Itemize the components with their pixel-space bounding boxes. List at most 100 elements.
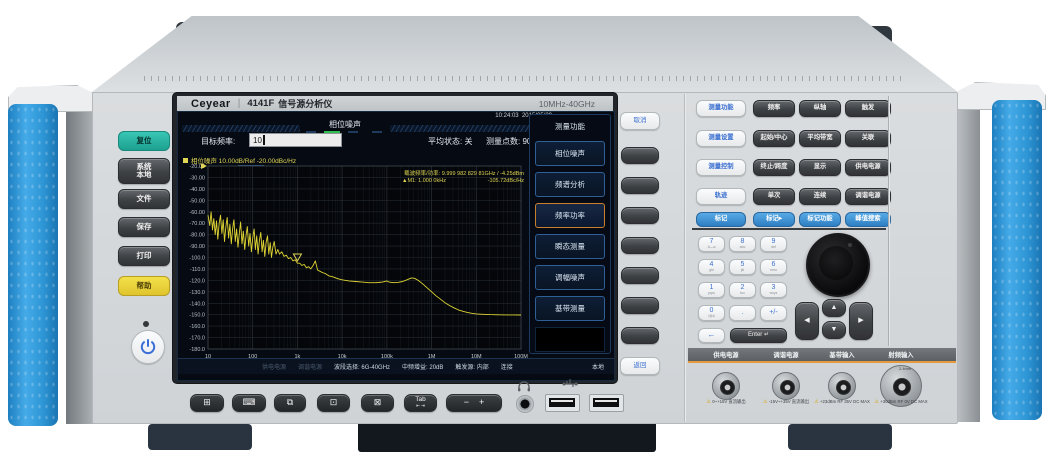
left-key-帮助[interactable]: 帮助 xyxy=(118,276,170,296)
left-key-文件[interactable]: 文件 xyxy=(118,189,170,209)
keypad-key-关联[interactable]: 关联 xyxy=(845,130,891,147)
softmenu-header: 测量功能 xyxy=(530,121,610,132)
backspace-key[interactable]: ← xyxy=(698,328,725,343)
chassis-top xyxy=(92,16,958,92)
softmenu-item-5[interactable]: 调幅噪声 xyxy=(535,265,605,290)
status-bar: 供电电源调谐电源波段选择: 6G-40GHz中频增益: 20dB触发源: 内部连… xyxy=(178,358,614,374)
foot-left xyxy=(148,424,252,450)
svg-text:-50.00: -50.00 xyxy=(189,198,205,204)
minus-plus-key[interactable]: − + xyxy=(446,394,502,412)
keypad-key-测量功能[interactable]: 测量功能 xyxy=(696,100,746,117)
numpad-key-2[interactable]: 2tuv xyxy=(729,282,756,298)
window-key[interactable]: ⧉ xyxy=(274,394,306,412)
arrow-right-key[interactable]: ▶ xyxy=(849,302,873,340)
keypad-key-触发[interactable]: 触发 xyxy=(845,100,891,117)
panel-seam xyxy=(684,94,685,422)
right-handle[interactable] xyxy=(992,100,1042,420)
softmenu-item-1[interactable]: 相位噪声 xyxy=(535,141,605,166)
rotary-knob[interactable] xyxy=(806,233,870,297)
blank-softkey-1[interactable] xyxy=(621,147,659,164)
power-button[interactable] xyxy=(131,330,165,364)
cancel-softkey[interactable]: 取消 xyxy=(620,112,660,130)
numpad-key-6[interactable]: 6mno xyxy=(760,259,787,275)
numpad-key-4[interactable]: 4ghi xyxy=(698,259,725,275)
brand-title: 信号源分析仪 xyxy=(278,97,332,110)
numpad-key-3[interactable]: 3wxyz xyxy=(760,282,787,298)
blank-softkey-7[interactable] xyxy=(621,327,659,344)
left-key-系统[interactable]: 系统本地 xyxy=(118,158,170,184)
usb-port-2[interactable] xyxy=(589,394,624,412)
keypad-key-显示[interactable]: 显示 xyxy=(799,159,841,176)
left-key-打印[interactable]: 打印 xyxy=(118,246,170,266)
numpad-key-5[interactable]: 5jkl xyxy=(729,259,756,275)
windows-key[interactable]: ⊞ xyxy=(190,394,224,412)
average-state: 平均状态: 关 xyxy=(428,136,472,147)
softmenu-item-2[interactable]: 频谱分析 xyxy=(535,172,605,197)
numpad-key-+/-[interactable]: +/- xyxy=(760,305,787,321)
close-key[interactable]: ⊠ xyxy=(361,394,394,412)
keypad-key-平均带宽[interactable]: 平均带宽 xyxy=(799,130,841,147)
keypad-key-频率[interactable]: 频率 xyxy=(753,100,795,117)
keypad-key-轨迹[interactable]: 轨迹 xyxy=(696,188,746,205)
softmenu-item-4[interactable]: 瞬态测量 xyxy=(535,234,605,259)
keypad-divider xyxy=(692,228,886,230)
left-key-复位[interactable]: 复位 xyxy=(118,131,170,151)
audio-jack[interactable] xyxy=(516,395,534,413)
numpad-key-8[interactable]: 8abc xyxy=(729,236,756,252)
arrow-up-key[interactable]: ▲ xyxy=(822,299,846,317)
connector-port-调谐电源[interactable] xyxy=(772,372,800,400)
keypad-key-标记功能[interactable]: 标记功能 xyxy=(799,212,841,227)
connector-port-基带输入[interactable] xyxy=(828,372,856,400)
softmenu-item-3[interactable]: 频率功率 xyxy=(535,203,605,228)
keypad-key-终止/跨度[interactable]: 终止/跨度 xyxy=(753,159,795,176)
status-item-5: 触发源: 内部 xyxy=(455,362,488,371)
blank-softkey-5[interactable] xyxy=(621,267,659,284)
numpad-key-1[interactable]: 1pqrs xyxy=(698,282,725,298)
keypad-key-连续[interactable]: 连续 xyxy=(799,188,841,205)
usb-port-1[interactable] xyxy=(545,394,580,412)
keypad-key-起始/中心[interactable]: 起始/中心 xyxy=(753,130,795,147)
back-softkey[interactable]: 返回 xyxy=(620,357,660,375)
keypad-groove xyxy=(888,96,889,346)
target-frequency-label: 目标频率: xyxy=(201,136,235,147)
tabbar-hatch-left xyxy=(182,125,300,132)
display-key[interactable]: ⊡ xyxy=(317,394,350,412)
brand-divider: | xyxy=(238,98,241,109)
status-item-4: 中频增益: 20dB xyxy=(402,362,443,371)
svg-text:-150.0: -150.0 xyxy=(189,313,205,319)
logo-strip: Ceyear | 4141F 信号源分析仪 10MHz-40GHz xyxy=(177,96,613,111)
blank-softkey-3[interactable] xyxy=(621,207,659,224)
keypad-key-纵轴[interactable]: 纵轴 xyxy=(799,100,841,117)
connector-center xyxy=(893,378,911,396)
left-handle[interactable] xyxy=(8,104,58,426)
keypad-key-单次[interactable]: 单次 xyxy=(753,188,795,205)
numpad-key-7[interactable]: 7A—a xyxy=(698,236,725,252)
marker-readout: 载波频率/功率: 9.999 982 829 81GHz / -4.25dBm … xyxy=(374,169,524,184)
keypad-key-标记[interactable]: 标记 xyxy=(696,212,746,227)
svg-text:-180.0: -180.0 xyxy=(189,347,205,353)
connector-port-供电电源[interactable] xyxy=(712,372,740,400)
target-frequency-input[interactable]: 10 xyxy=(249,133,342,147)
keypad-key-测量控制[interactable]: 测量控制 xyxy=(696,159,746,176)
numpad-key-.[interactable]: . xyxy=(729,305,756,321)
blank-softkey-2[interactable] xyxy=(621,177,659,194)
status-item-1: 供电电源 xyxy=(262,362,286,371)
arrow-left-key[interactable]: ◀ xyxy=(795,302,819,340)
tab-key[interactable]: Tab⇤ ⇥ xyxy=(404,394,437,412)
keypad-key-调谐电源[interactable]: 调谐电源 xyxy=(845,188,891,205)
blank-softkey-4[interactable] xyxy=(621,237,659,254)
keypad-key-标记▸[interactable]: 标记▸ xyxy=(753,212,795,227)
left-key-保存[interactable]: 保存 xyxy=(118,217,170,237)
blank-softkey-6[interactable] xyxy=(621,297,659,314)
keypad-key-供电电源[interactable]: 供电电源 xyxy=(845,159,891,176)
keypad-key-峰值搜索[interactable]: 峰值搜索 xyxy=(845,212,891,227)
numpad-key-0[interactable]: 0!@& xyxy=(698,305,725,321)
arrow-down-key[interactable]: ▼ xyxy=(822,321,846,339)
numpad-key-9[interactable]: 9def xyxy=(760,236,787,252)
keypad-key-测量设置[interactable]: 测量设置 xyxy=(696,130,746,147)
enter-key[interactable]: Enter ↵ xyxy=(730,328,787,343)
keyboard-key[interactable]: ⌨ xyxy=(232,394,266,412)
connector-label-供电电源: 供电电源 xyxy=(694,350,758,359)
tab-phase-noise[interactable]: 相位噪声 xyxy=(306,119,384,130)
softmenu-item-6[interactable]: 基带测量 xyxy=(535,296,605,321)
